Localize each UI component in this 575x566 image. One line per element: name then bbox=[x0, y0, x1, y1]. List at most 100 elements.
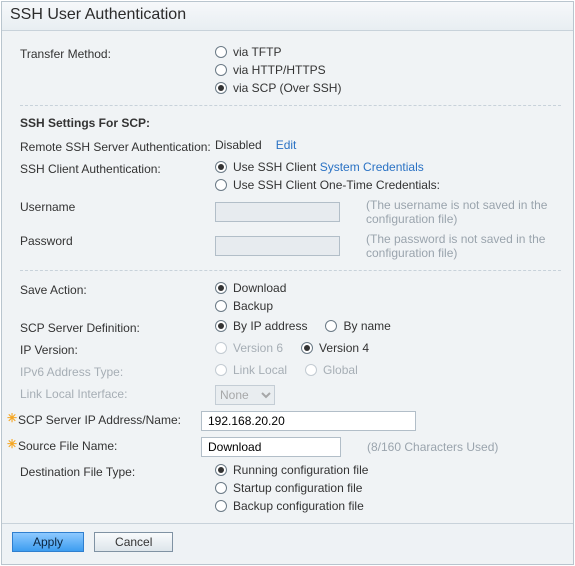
radio-label: Use SSH Client System Credentials bbox=[233, 160, 424, 174]
radio-label: Version 6 bbox=[233, 341, 283, 355]
server-addr-field bbox=[201, 411, 561, 431]
server-addr-label: SCP Server IP Address/Name: bbox=[18, 411, 201, 427]
radio-label: Use SSH Client One-Time Credentials: bbox=[233, 178, 440, 192]
source-file-field: (8/160 Characters Used) bbox=[201, 437, 561, 457]
radio-label: Backup configuration file bbox=[233, 499, 364, 513]
radio-label: Link Local bbox=[233, 363, 287, 377]
radio-label: Version 4 bbox=[319, 341, 369, 355]
radio-version-6: Version 6 bbox=[215, 341, 283, 355]
username-input bbox=[215, 202, 340, 222]
ipv6-type-options: Link Local Global bbox=[215, 363, 561, 377]
row-server-def: SCP Server Definition: By IP address By … bbox=[20, 319, 561, 335]
remote-auth-edit-link[interactable]: Edit bbox=[276, 138, 297, 152]
radio-global: Global bbox=[305, 363, 358, 377]
ssh-auth-panel: SSH User Authentication Transfer Method:… bbox=[1, 1, 574, 565]
radio-sys-credentials[interactable]: Use SSH Client System Credentials bbox=[215, 160, 561, 174]
server-def-options: By IP address By name bbox=[215, 319, 561, 333]
separator bbox=[20, 105, 561, 106]
remote-auth-value: Disabled bbox=[215, 138, 262, 152]
radio-label: By IP address bbox=[233, 319, 307, 333]
radio-icon bbox=[215, 46, 227, 58]
radio-by-name[interactable]: By name bbox=[325, 319, 390, 333]
sys-prefix: Use SSH Client bbox=[233, 160, 320, 174]
row-server-addr: ✳ SCP Server IP Address/Name: bbox=[6, 411, 561, 431]
panel-title: SSH User Authentication bbox=[2, 2, 573, 31]
button-bar: Apply Cancel bbox=[2, 523, 573, 560]
radio-icon bbox=[305, 364, 317, 376]
radio-label: via HTTP/HTTPS bbox=[233, 63, 326, 77]
radio-icon bbox=[215, 320, 227, 332]
client-auth-options: Use SSH Client System Credentials Use SS… bbox=[215, 160, 561, 192]
radio-label: Download bbox=[233, 281, 286, 295]
ip-version-options: Version 6 Version 4 bbox=[215, 341, 561, 355]
row-username: Username (The username is not saved in t… bbox=[20, 198, 561, 226]
ipv6-type-label: IPv6 Address Type: bbox=[20, 363, 215, 379]
transfer-method-options: via TFTP via HTTP/HTTPS via SCP (Over SS… bbox=[215, 45, 561, 95]
apply-button[interactable]: Apply bbox=[12, 532, 84, 552]
save-action-options: Download Backup bbox=[215, 281, 561, 313]
row-dest-file: Destination File Type: Running configura… bbox=[20, 463, 561, 513]
radio-running-config[interactable]: Running configuration file bbox=[215, 463, 561, 477]
radio-version-4[interactable]: Version 4 bbox=[301, 341, 369, 355]
row-save-action: Save Action: Download Backup bbox=[20, 281, 561, 313]
radio-icon bbox=[215, 500, 227, 512]
save-action-label: Save Action: bbox=[20, 281, 215, 297]
remote-auth-label: Remote SSH Server Authentication: bbox=[20, 138, 215, 154]
row-remote-auth: Remote SSH Server Authentication: Disabl… bbox=[20, 138, 561, 154]
radio-icon bbox=[215, 464, 227, 476]
username-hint: (The username is not saved in the config… bbox=[366, 198, 561, 226]
radio-onetime-credentials[interactable]: Use SSH Client One-Time Credentials: bbox=[215, 178, 561, 192]
radio-label: Startup configuration file bbox=[233, 481, 362, 495]
link-local-if-select: None bbox=[215, 385, 275, 405]
radio-download[interactable]: Download bbox=[215, 281, 561, 295]
row-ipv6-type: IPv6 Address Type: Link Local Global bbox=[20, 363, 561, 379]
panel-content: Transfer Method: via TFTP via HTTP/HTTPS… bbox=[2, 31, 573, 513]
row-link-local-if: Link Local Interface: None bbox=[20, 385, 561, 405]
password-field-group: (The password is not saved in the config… bbox=[215, 232, 561, 260]
username-field-group: (The username is not saved in the config… bbox=[215, 198, 561, 226]
remote-auth-value-group: Disabled Edit bbox=[215, 138, 561, 152]
radio-via-scp[interactable]: via SCP (Over SSH) bbox=[215, 81, 561, 95]
source-file-input[interactable] bbox=[201, 437, 341, 457]
client-auth-label: SSH Client Authentication: bbox=[20, 160, 215, 176]
radio-backup[interactable]: Backup bbox=[215, 299, 561, 313]
password-input bbox=[215, 236, 340, 256]
system-credentials-link[interactable]: System Credentials bbox=[320, 160, 424, 174]
source-file-hint: (8/160 Characters Used) bbox=[367, 440, 498, 454]
radio-icon bbox=[215, 282, 227, 294]
required-icon: ✳ bbox=[6, 437, 18, 451]
radio-backup-config[interactable]: Backup configuration file bbox=[215, 499, 561, 513]
username-label: Username bbox=[20, 198, 215, 214]
radio-icon bbox=[215, 64, 227, 76]
scp-section-title: SSH Settings For SCP: bbox=[20, 116, 561, 130]
radio-by-ip[interactable]: By IP address bbox=[215, 319, 307, 333]
radio-label: Running configuration file bbox=[233, 463, 368, 477]
radio-startup-config[interactable]: Startup configuration file bbox=[215, 481, 561, 495]
server-addr-input[interactable] bbox=[201, 411, 416, 431]
radio-icon bbox=[215, 300, 227, 312]
required-icon: ✳ bbox=[6, 411, 18, 425]
radio-link-local: Link Local bbox=[215, 363, 287, 377]
radio-icon bbox=[215, 82, 227, 94]
dest-file-options: Running configuration file Startup confi… bbox=[215, 463, 561, 513]
radio-label: Global bbox=[323, 363, 358, 377]
radio-via-tftp[interactable]: via TFTP bbox=[215, 45, 561, 59]
transfer-method-label: Transfer Method: bbox=[20, 45, 215, 61]
server-def-label: SCP Server Definition: bbox=[20, 319, 215, 335]
radio-via-http[interactable]: via HTTP/HTTPS bbox=[215, 63, 561, 77]
password-label: Password bbox=[20, 232, 215, 248]
radio-label: via SCP (Over SSH) bbox=[233, 81, 341, 95]
source-file-label: Source File Name: bbox=[18, 437, 201, 453]
radio-icon bbox=[215, 342, 227, 354]
password-hint: (The password is not saved in the config… bbox=[366, 232, 561, 260]
link-local-if-label: Link Local Interface: bbox=[20, 385, 215, 401]
row-client-auth: SSH Client Authentication: Use SSH Clien… bbox=[20, 160, 561, 192]
ip-version-label: IP Version: bbox=[20, 341, 215, 357]
radio-icon bbox=[215, 179, 227, 191]
radio-icon bbox=[215, 482, 227, 494]
row-password: Password (The password is not saved in t… bbox=[20, 232, 561, 260]
radio-icon bbox=[301, 342, 313, 354]
radio-label: via TFTP bbox=[233, 45, 281, 59]
dest-file-label: Destination File Type: bbox=[20, 463, 215, 479]
cancel-button[interactable]: Cancel bbox=[94, 532, 173, 552]
